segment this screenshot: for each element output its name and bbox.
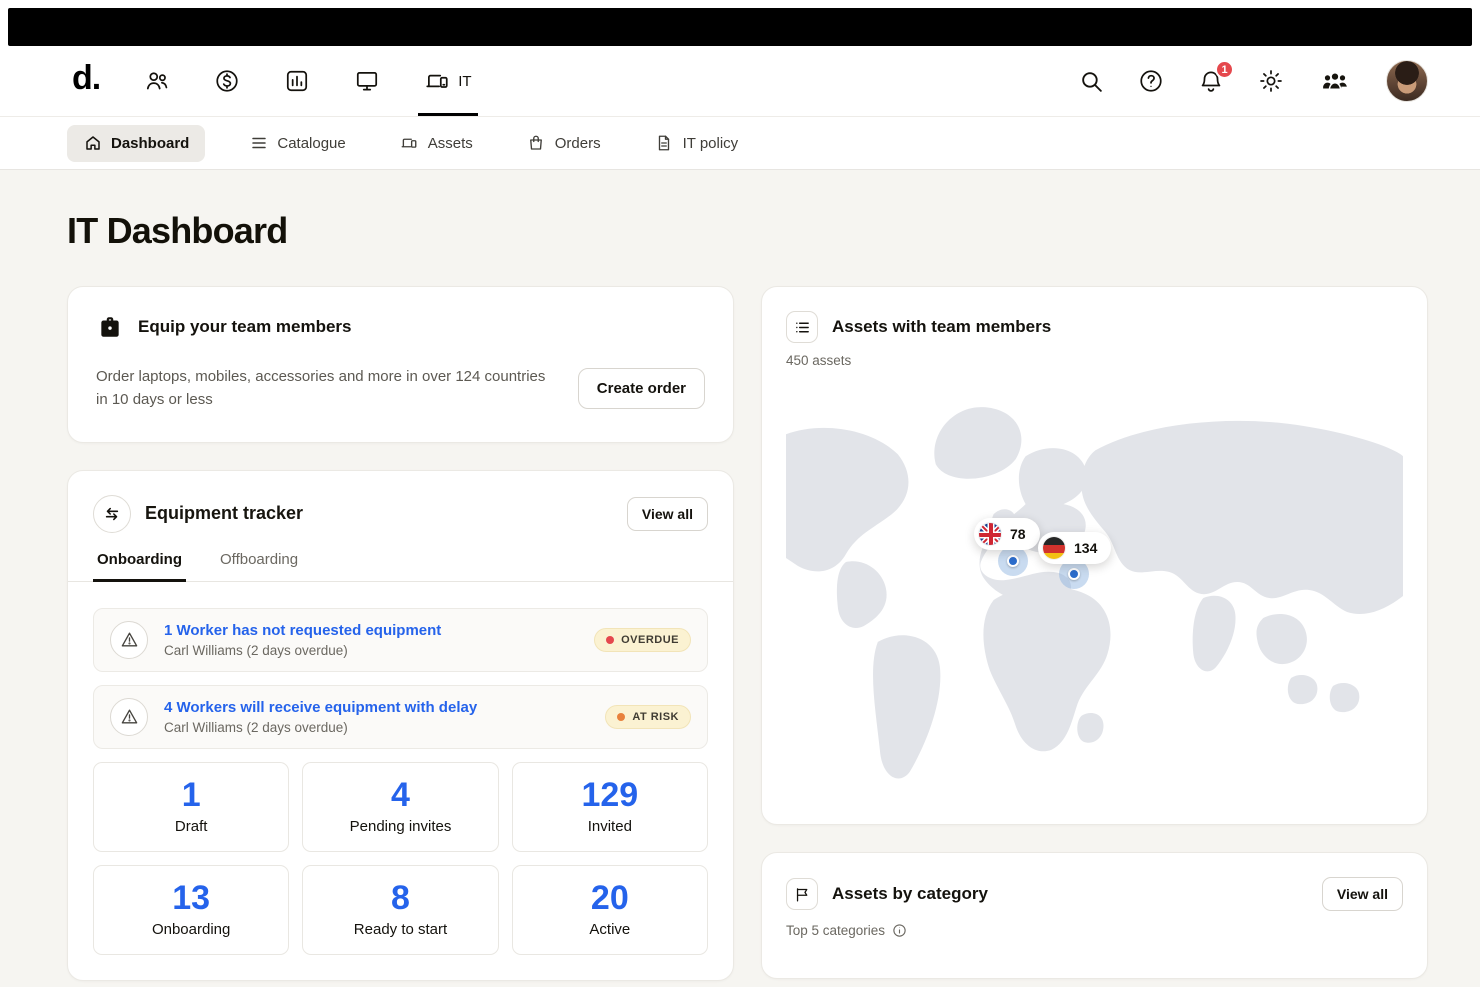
left-column: Equip your team members Order laptops, m… [67, 286, 734, 981]
briefcase-icon [96, 313, 124, 341]
search-icon[interactable] [1078, 68, 1104, 94]
tracker-card-title: Equipment tracker [145, 503, 303, 524]
nav-item-it-policy[interactable]: IT policy [645, 125, 749, 162]
app-header: d. [0, 46, 1480, 116]
stat-draft[interactable]: 1 Draft [93, 762, 289, 852]
status-badge-overdue: OVERDUE [594, 628, 691, 652]
help-icon[interactable] [1138, 68, 1164, 94]
alert-title-link[interactable]: 1 Worker has not requested equipment [164, 622, 578, 639]
asset-count: 450 assets [786, 353, 1403, 368]
payroll-dollar-icon[interactable] [214, 68, 240, 94]
assets-devices-icon [400, 134, 419, 153]
monitor-icon[interactable] [354, 68, 380, 94]
nav-label: Orders [555, 135, 601, 152]
warning-triangle-icon [110, 698, 148, 736]
stat-active[interactable]: 20 Active [512, 865, 708, 955]
at-risk-dot [617, 713, 625, 721]
nav-label: IT policy [683, 135, 739, 152]
stat-ready-to-start[interactable]: 8 Ready to start [302, 865, 498, 955]
overdue-dot [606, 636, 614, 644]
map-marker-germany[interactable]: 134 [1038, 532, 1111, 564]
devices-icon [424, 68, 450, 94]
right-column: Assets with team members 450 assets [761, 286, 1428, 979]
equip-card-title: Equip your team members [138, 317, 352, 337]
uk-flag-icon [978, 522, 1002, 546]
alert-title-link[interactable]: 4 Workers will receive equipment with de… [164, 699, 589, 716]
world-map[interactable]: 78 134 [786, 386, 1403, 804]
sub-nav: Dashboard Catalogue Assets Orders [0, 116, 1480, 170]
tracker-tabs: Onboarding Offboarding [68, 551, 733, 582]
warning-triangle-icon [110, 621, 148, 659]
notifications-bell-icon[interactable]: 1 [1198, 68, 1224, 94]
tab-it[interactable]: IT [424, 46, 471, 116]
nav-label: Dashboard [111, 135, 189, 152]
equip-card-description: Order laptops, mobiles, accessories and … [96, 365, 546, 412]
nav-item-catalogue[interactable]: Catalogue [239, 125, 355, 162]
people-nav-icon[interactable] [144, 68, 170, 94]
tracker-view-all-button[interactable]: View all [627, 497, 708, 531]
alert-row-overdue[interactable]: 1 Worker has not requested equipment Car… [93, 608, 708, 672]
map-pin-uk[interactable] [998, 546, 1028, 576]
nav-item-assets[interactable]: Assets [390, 125, 483, 162]
nav-label: Catalogue [277, 135, 345, 152]
document-icon [655, 134, 674, 153]
tab-offboarding[interactable]: Offboarding [216, 551, 302, 581]
germany-flag-icon [1042, 536, 1066, 560]
it-tab-label: IT [458, 73, 471, 90]
world-map-svg [786, 386, 1403, 804]
uk-asset-count: 78 [1010, 526, 1026, 542]
map-marker-uk[interactable]: 78 [974, 518, 1040, 550]
status-badge-at-risk: AT RISK [605, 705, 691, 729]
tab-onboarding[interactable]: Onboarding [93, 551, 186, 581]
flag-icon [786, 878, 818, 910]
user-avatar[interactable] [1386, 60, 1428, 102]
catalogue-list-icon [249, 134, 268, 153]
orders-bag-icon [527, 134, 546, 153]
alert-row-at-risk[interactable]: 4 Workers will receive equipment with de… [93, 685, 708, 749]
assets-map-card: Assets with team members 450 assets [761, 286, 1428, 825]
nav-label: Assets [428, 135, 473, 152]
onboarding-stats-grid: 1 Draft 4 Pending invites 129 Invited [93, 762, 708, 955]
equipment-tracker-card: Equipment tracker View all Onboarding Of… [67, 470, 734, 981]
nav-item-orders[interactable]: Orders [517, 125, 611, 162]
equip-team-card: Equip your team members Order laptops, m… [67, 286, 734, 443]
assets-map-title: Assets with team members [832, 317, 1051, 337]
page-title: IT Dashboard [67, 210, 1428, 252]
alert-subtitle: Carl Williams (2 days overdue) [164, 720, 589, 735]
settings-gear-icon[interactable] [1258, 68, 1284, 94]
stat-invited[interactable]: 129 Invited [512, 762, 708, 852]
main-content: IT Dashboard Equip your team members Ord… [0, 170, 1480, 987]
deel-logo[interactable]: d. [72, 59, 100, 104]
list-icon [786, 311, 818, 343]
create-order-button[interactable]: Create order [578, 368, 705, 409]
home-icon [83, 134, 102, 153]
category-view-all-button[interactable]: View all [1322, 877, 1403, 911]
swap-arrows-icon [93, 495, 131, 533]
reports-chart-icon[interactable] [284, 68, 310, 94]
info-icon[interactable] [892, 923, 907, 938]
assets-by-category-card: Assets by category View all Top 5 catego… [761, 852, 1428, 979]
nav-item-dashboard[interactable]: Dashboard [67, 125, 205, 162]
top-categories-label: Top 5 categories [786, 923, 885, 938]
team-members-icon[interactable] [1318, 64, 1352, 98]
stat-onboarding[interactable]: 13 Onboarding [93, 865, 289, 955]
category-card-title: Assets by category [832, 884, 988, 904]
germany-asset-count: 134 [1074, 540, 1097, 556]
notification-count-badge: 1 [1215, 60, 1234, 79]
browser-chrome-bar [8, 8, 1472, 46]
alert-subtitle: Carl Williams (2 days overdue) [164, 643, 578, 658]
stat-pending-invites[interactable]: 4 Pending invites [302, 762, 498, 852]
